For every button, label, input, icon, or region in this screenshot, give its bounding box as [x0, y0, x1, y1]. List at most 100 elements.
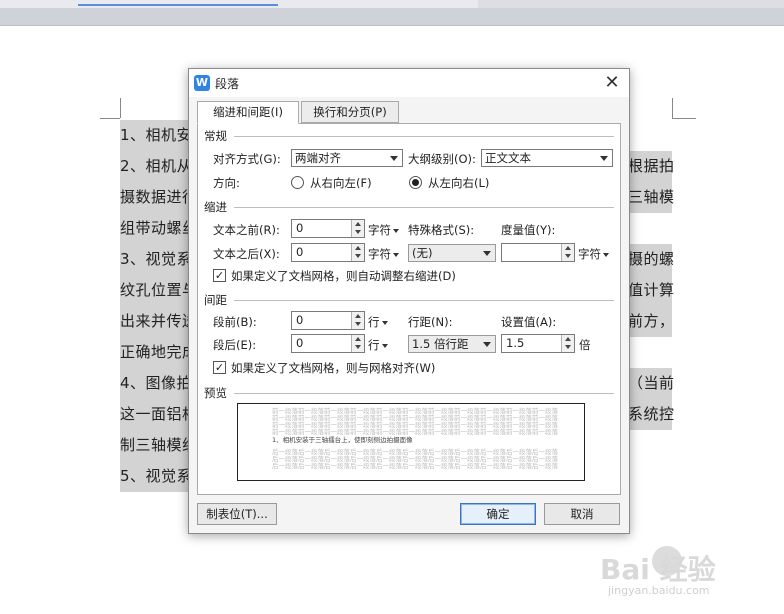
unit-text: 字符: [578, 247, 601, 261]
chevron-down-icon: [483, 251, 491, 256]
grid-align-checkbox[interactable]: ✓: [213, 361, 226, 374]
doc-line: 根据拍: [628, 151, 674, 182]
chevron-down-icon: [483, 342, 491, 347]
close-icon[interactable]: ✕: [601, 72, 623, 94]
line-spacing-select[interactable]: 1.5 倍行距: [408, 335, 496, 353]
doc-line: 值计算: [628, 275, 674, 306]
unit-text: 行: [368, 315, 380, 329]
space-after-stepper[interactable]: 0: [291, 334, 365, 353]
auto-adjust-checkbox[interactable]: ✓: [213, 269, 226, 282]
ok-button[interactable]: 确定: [460, 503, 536, 525]
setting-value-stepper[interactable]: 1.5: [501, 334, 575, 353]
indent-before-value: 0: [296, 221, 304, 235]
unit-text: 字符: [368, 223, 391, 237]
caret-down-icon: [603, 252, 609, 257]
doc-line: 4、图像拍: [120, 368, 192, 399]
indent-before-label: 文本之前(R):: [213, 223, 280, 237]
setting-value-label: 设置值(A):: [501, 315, 557, 329]
rtl-radio[interactable]: [291, 176, 304, 189]
doc-line: 3、视觉系: [120, 244, 192, 275]
doc-line: 5、视觉系: [120, 461, 192, 492]
stepper-buttons[interactable]: [351, 335, 364, 352]
chevron-down-icon: [565, 254, 571, 258]
cancel-button[interactable]: 取消: [544, 503, 620, 525]
space-after-label: 段后(E):: [213, 338, 257, 352]
watermark-brand: Bai 经验: [600, 553, 716, 586]
indent-after-stepper[interactable]: 0: [291, 243, 365, 262]
alignment-select[interactable]: 两端对齐: [291, 149, 403, 167]
active-tab-indicator: [78, 4, 278, 6]
space-before-unit[interactable]: 行: [368, 314, 388, 330]
preview-next-line: 后一段落后一段落后一段落后一段落后一段落后一段落后一段落后一段落后一段落后一段落…: [272, 462, 558, 470]
measure-unit[interactable]: 字符: [578, 246, 609, 262]
setting-value-unit: 倍: [579, 338, 591, 352]
doc-line: （当前: [628, 368, 674, 399]
measure-label: 度量值(Y):: [501, 223, 556, 237]
doc-line: 正确地完成: [120, 337, 197, 368]
space-after-unit[interactable]: 行: [368, 337, 388, 353]
doc-line: 摄的螺: [628, 244, 674, 275]
outline-level-select[interactable]: 正文文本: [481, 149, 613, 167]
tab-indent-spacing[interactable]: 缩进和间距(I): [197, 101, 299, 124]
chevron-up-icon: [565, 337, 571, 341]
stepper-buttons[interactable]: [351, 220, 364, 237]
doc-line: 制三轴模组: [120, 430, 197, 461]
tab-stops-button[interactable]: 制表位(T)...: [197, 503, 277, 525]
indent-after-label: 文本之后(X):: [213, 247, 280, 261]
chevron-down-icon: [355, 254, 361, 258]
dialog-title: 段落: [215, 77, 240, 91]
margin-mark-top-right: [672, 98, 673, 118]
tab-strip-right: [478, 0, 784, 8]
caret-down-icon: [381, 343, 388, 348]
stepper-buttons[interactable]: [351, 312, 364, 329]
section-indent-title: 缩进: [204, 200, 227, 214]
line-spacing-label: 行距(N):: [408, 315, 453, 329]
auto-adjust-label[interactable]: 如果定义了文档网格，则自动调整右缩进(D): [231, 268, 456, 284]
indent-after-value: 0: [296, 245, 304, 259]
doc-line: 三轴模: [628, 182, 674, 213]
caret-down-icon: [393, 228, 399, 233]
doc-line: 2、相机从: [120, 151, 192, 182]
watermark-url: jingyan.baidu.com: [608, 584, 710, 597]
dialog-titlebar[interactable]: W 段落 ✕: [189, 69, 629, 97]
chevron-up-icon: [355, 314, 361, 318]
preview-prev-line: 前一段落前一段落前一段落前一段落前一段落前一段落前一段落前一段落前一段落前一段落…: [272, 428, 558, 436]
special-format-select[interactable]: (无): [408, 244, 496, 262]
stepper-buttons[interactable]: [351, 244, 364, 261]
caret-down-icon: [393, 252, 399, 257]
margin-mark-top-right-h: [672, 118, 696, 119]
chevron-up-icon: [355, 337, 361, 341]
doc-line: 出来并传送: [120, 306, 197, 337]
rtl-label[interactable]: 从右向左(F): [310, 175, 372, 191]
margin-mark-top-left-h: [100, 118, 120, 119]
section-general-title: 常规: [204, 129, 227, 143]
ltr-radio[interactable]: [409, 176, 422, 189]
space-before-stepper[interactable]: 0: [291, 311, 365, 330]
indent-before-stepper[interactable]: 0: [291, 219, 365, 238]
paragraph-dialog: W 段落 ✕ 缩进和间距(I) 换行和分页(P) 常规 对齐方式(G): 两端对…: [188, 68, 630, 534]
alignment-value: 两端对齐: [295, 151, 341, 165]
section-divider: [234, 136, 614, 137]
paragraph-preview: 前一段落前一段落前一段落前一段落前一段落前一段落前一段落前一段落前一段落前一段落…: [237, 403, 585, 481]
space-before-value: 0: [296, 313, 304, 327]
outline-level-label: 大纲级别(O):: [408, 152, 476, 166]
unit-text: 行: [368, 338, 380, 352]
stepper-buttons[interactable]: [561, 244, 574, 261]
section-spacing-title: 间距: [204, 293, 227, 307]
tab-line-page-breaks[interactable]: 换行和分页(P): [301, 101, 399, 123]
chevron-down-icon: [355, 230, 361, 234]
measure-stepper[interactable]: [501, 243, 575, 262]
special-format-value: (无): [412, 246, 433, 260]
chevron-down-icon: [565, 345, 571, 349]
caret-down-icon: [381, 320, 388, 325]
indent-before-unit[interactable]: 字符: [368, 222, 399, 238]
stepper-buttons[interactable]: [561, 335, 574, 352]
space-before-label: 段前(B):: [213, 315, 257, 329]
ltr-label[interactable]: 从左向右(L): [428, 175, 489, 191]
section-preview-title: 预览: [204, 386, 227, 400]
grid-align-label[interactable]: 如果定义了文档网格，则与网格对齐(W): [231, 360, 435, 376]
doc-line: 系统控: [628, 399, 674, 430]
line-spacing-value: 1.5 倍行距: [412, 337, 469, 351]
indent-after-unit[interactable]: 字符: [368, 246, 399, 262]
setting-value: 1.5: [506, 336, 525, 350]
